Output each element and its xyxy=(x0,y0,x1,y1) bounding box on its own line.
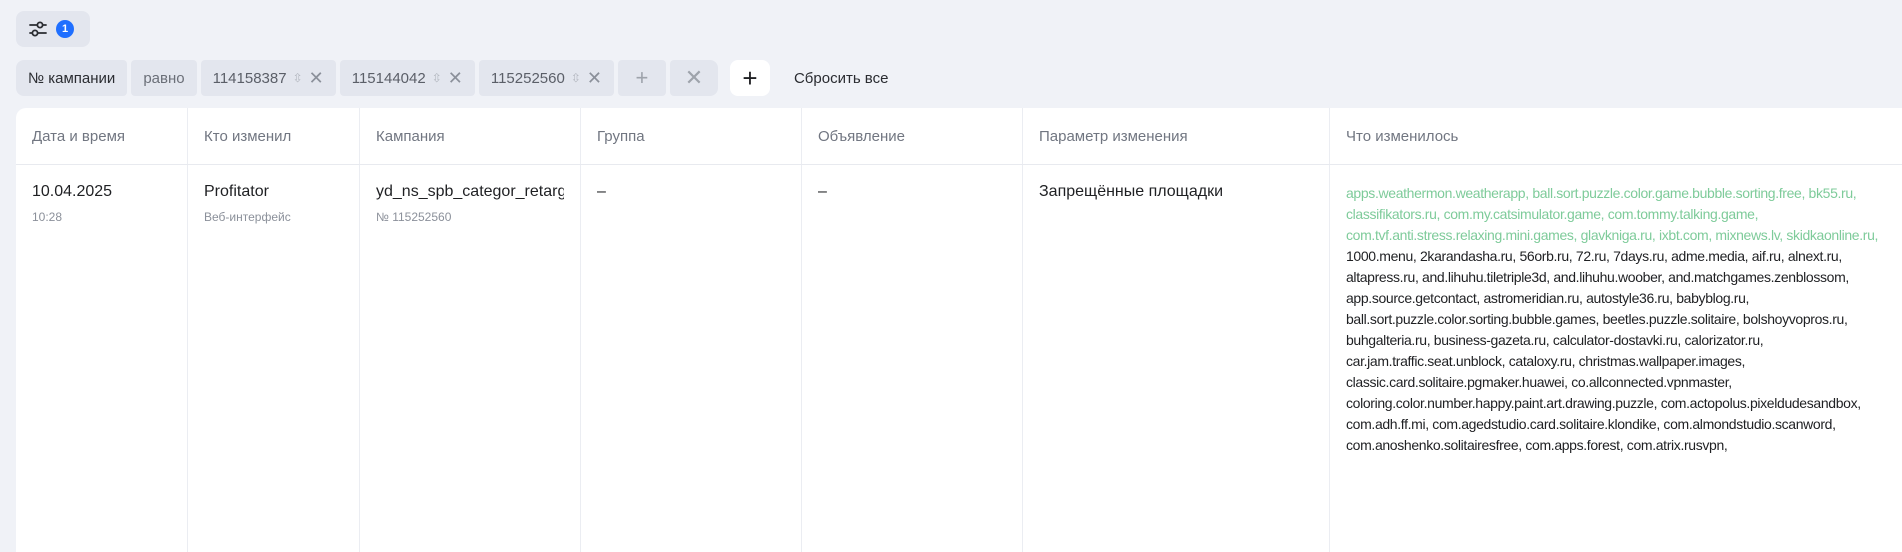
table-header: Дата и время Кто изменил Кампания Группа… xyxy=(16,108,1902,165)
history-table: Дата и время Кто изменил Кампания Группа… xyxy=(16,108,1902,552)
column-header-parameter[interactable]: Параметр изменения xyxy=(1023,108,1330,164)
close-icon[interactable]: ✕ xyxy=(448,69,463,87)
campaign-name[interactable]: yd_ns_spb_categor_retarg xyxy=(376,183,564,201)
cell-campaign: yd_ns_spb_categor_retarg № 115252560 xyxy=(360,165,581,552)
close-icon[interactable]: ✕ xyxy=(587,69,602,87)
filter-value-chip[interactable]: 115252560 ⇳ ✕ xyxy=(478,60,614,96)
ad-value: – xyxy=(818,183,827,200)
remove-filter-button[interactable]: ✕ xyxy=(669,60,718,96)
up-down-arrows-icon[interactable]: ⇳ xyxy=(432,72,442,84)
close-icon: ✕ xyxy=(684,65,704,90)
cell-changes: apps.weathermon.weatherapp, ball.sort.pu… xyxy=(1330,165,1902,552)
add-value-button[interactable]: + xyxy=(617,60,666,96)
column-header-author[interactable]: Кто изменил xyxy=(188,108,360,164)
close-icon[interactable]: ✕ xyxy=(309,69,324,87)
filter-field-chip[interactable]: № кампании xyxy=(16,60,128,96)
changes-list: apps.weathermon.weatherapp, ball.sort.pu… xyxy=(1346,183,1886,456)
existing-sites: 1000.menu, 2karandasha.ru, 56orb.ru, 72.… xyxy=(1346,248,1861,453)
cell-datetime: 10.04.2025 10:28 xyxy=(16,165,188,552)
author-name: Profitator xyxy=(204,183,269,200)
plus-icon: + xyxy=(635,65,649,90)
sliders-icon xyxy=(29,21,47,37)
change-date: 10.04.2025 xyxy=(32,183,113,200)
cell-author: Profitator Веб-интерфейс xyxy=(188,165,360,552)
cell-ad: – xyxy=(802,165,1023,552)
column-header-group[interactable]: Группа xyxy=(581,108,802,164)
plus-icon: + xyxy=(742,63,758,93)
column-header-changes[interactable]: Что изменилось xyxy=(1330,108,1902,164)
author-source: Веб-интерфейс xyxy=(204,210,291,224)
group-value: – xyxy=(597,183,606,200)
table-row: 10.04.2025 10:28 Profitator Веб-интерфей… xyxy=(16,165,1902,552)
column-header-datetime[interactable]: Дата и время xyxy=(16,108,188,164)
filter-value-label: 115144042 xyxy=(351,69,426,87)
cell-parameter: Запрещённые площадки xyxy=(1023,165,1330,552)
column-header-campaign[interactable]: Кампания xyxy=(360,108,581,164)
up-down-arrows-icon[interactable]: ⇳ xyxy=(571,72,581,84)
filter-value-chip[interactable]: 114158387 ⇳ ✕ xyxy=(200,60,336,96)
parameter-value: Запрещённые площадки xyxy=(1039,183,1224,200)
cell-group: – xyxy=(581,165,802,552)
campaign-id: № 115252560 xyxy=(376,210,452,224)
filter-operator-chip[interactable]: равно xyxy=(131,60,197,96)
change-time: 10:28 xyxy=(32,210,63,224)
filter-chips: № кампании равно 114158387 ⇳ ✕ 115144042… xyxy=(16,60,888,96)
filter-value-chip[interactable]: 115144042 ⇳ ✕ xyxy=(339,60,475,96)
reset-filters-link[interactable]: Сбросить все xyxy=(794,70,888,87)
filter-count-badge: 1 xyxy=(56,20,74,38)
add-filter-button[interactable]: + xyxy=(729,60,770,96)
filter-value-label: 115252560 xyxy=(490,69,565,87)
filter-value-label: 114158387 xyxy=(212,69,287,87)
filter-toggle-button[interactable]: 1 xyxy=(16,11,90,47)
added-sites: apps.weathermon.weatherapp, ball.sort.pu… xyxy=(1346,185,1879,243)
column-header-ad[interactable]: Объявление xyxy=(802,108,1023,164)
up-down-arrows-icon[interactable]: ⇳ xyxy=(293,72,303,84)
